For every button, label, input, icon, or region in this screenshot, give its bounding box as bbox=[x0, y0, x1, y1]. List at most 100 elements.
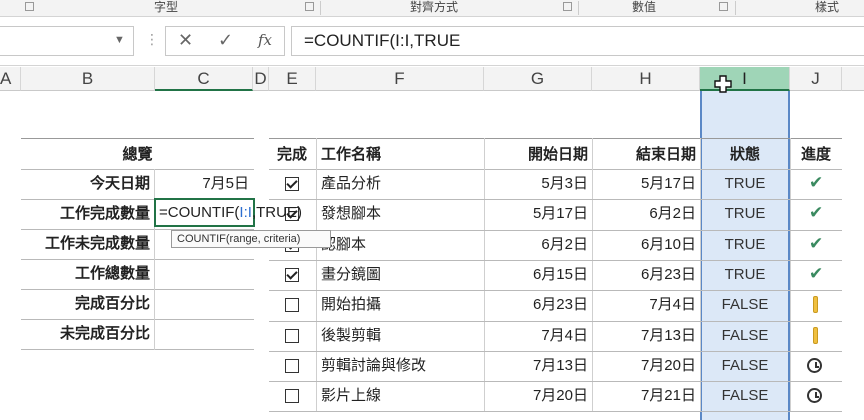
summary-label-undone-percent: 未完成百分比 bbox=[59, 325, 150, 342]
task-start-date[interactable]: 5月3日 bbox=[484, 169, 588, 199]
task-start-date[interactable]: 6月15日 bbox=[484, 260, 588, 290]
task-start-date[interactable]: 7月4日 bbox=[484, 321, 588, 351]
header-start-date: 開始日期 bbox=[527, 146, 588, 163]
column-header-d[interactable]: D bbox=[253, 67, 269, 91]
font-launcher-icon[interactable] bbox=[305, 2, 314, 11]
column-header-c[interactable]: C bbox=[155, 67, 253, 91]
active-cell-editor[interactable]: =COUNTIF(I:I,TRUE) bbox=[154, 198, 302, 227]
task-end-date[interactable]: 7月21日 bbox=[592, 381, 696, 411]
task-table: 完成 工作名稱 開始日期 結束日期 狀態 進度 產品分析 5月3日 5月17日 TRU… bbox=[269, 138, 842, 413]
task-column-divider bbox=[790, 138, 791, 412]
task-end-date[interactable]: 7月13日 bbox=[592, 321, 696, 351]
task-end-date[interactable]: 5月17日 bbox=[592, 169, 696, 199]
summary-value-undone-percent[interactable] bbox=[155, 319, 249, 349]
table-row-divider bbox=[269, 411, 842, 413]
clock-icon bbox=[807, 357, 822, 373]
formula-text: =COUNTIF(I:I,TRUE bbox=[304, 31, 461, 50]
task-column-divider bbox=[316, 138, 317, 412]
ribbon-group-styles: 樣式 bbox=[815, 0, 840, 14]
edit-formula-reference: I:I bbox=[239, 204, 252, 221]
column-header-j[interactable]: J bbox=[790, 67, 842, 91]
summary-value-done-percent[interactable] bbox=[155, 289, 249, 319]
summary-value-total[interactable] bbox=[155, 259, 249, 289]
task-name[interactable]: 產品分析 bbox=[321, 169, 481, 199]
ribbon-group-number: 數值 bbox=[632, 0, 657, 14]
summary-label-done-percent: 完成百分比 bbox=[74, 295, 150, 312]
header-progress: 進度 bbox=[800, 146, 831, 163]
ribbon-group-alignment: 對齊方式 bbox=[410, 0, 459, 14]
number-launcher-icon[interactable] bbox=[719, 2, 728, 11]
checkbox-unchecked[interactable] bbox=[285, 358, 299, 373]
alignment-launcher-icon[interactable] bbox=[563, 2, 572, 11]
task-name[interactable]: 剪輯討論與修改 bbox=[321, 351, 481, 381]
summary-bottom-border bbox=[21, 349, 254, 350]
task-start-date[interactable]: 7月13日 bbox=[484, 351, 588, 381]
clipboard-launcher-icon[interactable] bbox=[25, 2, 34, 11]
column-header-g[interactable]: G bbox=[484, 67, 592, 91]
task-start-date[interactable]: 5月17日 bbox=[484, 199, 588, 229]
task-status[interactable]: FALSE bbox=[700, 381, 790, 411]
task-start-date[interactable]: 7月20日 bbox=[484, 381, 588, 411]
name-box-dropdown-icon[interactable]: ▼ bbox=[114, 34, 125, 46]
task-status[interactable]: TRUE bbox=[700, 169, 790, 199]
task-end-date[interactable]: 6月23日 bbox=[592, 260, 696, 290]
task-start-date[interactable]: 6月2日 bbox=[484, 230, 588, 260]
checkbox-checked[interactable] bbox=[285, 177, 299, 191]
column-header-e[interactable]: E bbox=[269, 67, 316, 91]
summary-label-incomplete: 工作未完成數量 bbox=[44, 235, 150, 252]
task-status[interactable]: TRUE bbox=[700, 260, 790, 290]
task-name[interactable]: 影片上線 bbox=[321, 381, 481, 411]
cell-select-cursor-icon bbox=[714, 75, 732, 93]
checkbox-unchecked[interactable] bbox=[285, 389, 299, 404]
check-icon: ✔ bbox=[809, 263, 824, 283]
summary-header: 總覽 bbox=[122, 146, 153, 163]
close-icon[interactable]: ✕ bbox=[178, 30, 193, 50]
function-tooltip[interactable]: COUNTIF(range, criteria) bbox=[171, 230, 331, 248]
checkbox-unchecked[interactable] bbox=[285, 298, 299, 313]
ribbon-divider bbox=[578, 1, 579, 15]
header-done: 完成 bbox=[277, 146, 308, 163]
clock-icon bbox=[807, 388, 822, 404]
header-status: 狀態 bbox=[729, 146, 760, 163]
task-end-date[interactable]: 7月4日 bbox=[592, 290, 696, 320]
warning-icon bbox=[813, 326, 818, 344]
summary-label-total: 工作總數量 bbox=[74, 265, 150, 282]
task-name[interactable]: 認腳本 bbox=[321, 230, 481, 260]
task-status[interactable]: TRUE bbox=[700, 199, 790, 229]
column-header-b[interactable]: B bbox=[21, 67, 155, 91]
ribbon-divider bbox=[320, 1, 321, 15]
formula-bar-grip-icon[interactable]: ⋮ bbox=[145, 31, 159, 48]
check-icon: ✔ bbox=[809, 203, 824, 223]
check-icon[interactable]: ✓ bbox=[218, 30, 233, 50]
column-header-f[interactable]: F bbox=[316, 67, 484, 91]
summary-label-completed: 工作完成數量 bbox=[59, 205, 150, 222]
header-end-date: 結束日期 bbox=[635, 146, 696, 163]
summary-top-border bbox=[21, 138, 254, 139]
column-header-h[interactable]: H bbox=[592, 67, 700, 91]
check-icon: ✔ bbox=[809, 173, 824, 192]
ribbon-divider bbox=[735, 1, 736, 15]
task-name[interactable]: 後製剪輯 bbox=[321, 321, 481, 351]
task-status[interactable]: FALSE bbox=[700, 351, 790, 381]
task-status[interactable]: FALSE bbox=[700, 321, 790, 351]
checkbox-checked[interactable] bbox=[285, 267, 299, 282]
task-name[interactable]: 開始拍攝 bbox=[321, 290, 481, 320]
column-header-a[interactable]: A bbox=[0, 67, 21, 91]
task-status[interactable]: FALSE bbox=[700, 290, 790, 320]
ribbon-group-font: 字型 bbox=[154, 0, 179, 14]
insert-function-button[interactable]: fx bbox=[258, 31, 272, 49]
check-icon: ✔ bbox=[809, 233, 824, 253]
task-start-date[interactable]: 6月23日 bbox=[484, 290, 588, 320]
checkbox-unchecked[interactable] bbox=[285, 328, 299, 343]
edit-formula-prefix: =COUNTIF( bbox=[159, 204, 240, 221]
edit-formula-suffix: ,TRUE) bbox=[251, 204, 302, 221]
summary-label-today: 今天日期 bbox=[89, 175, 150, 192]
task-end-date[interactable]: 6月2日 bbox=[592, 199, 696, 229]
task-status[interactable]: TRUE bbox=[700, 230, 790, 260]
task-top-border bbox=[269, 138, 842, 139]
task-name[interactable]: 發想腳本 bbox=[321, 199, 481, 229]
summary-value-today[interactable]: 7月5日 bbox=[155, 169, 249, 199]
task-end-date[interactable]: 6月10日 bbox=[592, 230, 696, 260]
task-end-date[interactable]: 7月20日 bbox=[592, 351, 696, 381]
task-name[interactable]: 畫分鏡圖 bbox=[321, 260, 481, 290]
